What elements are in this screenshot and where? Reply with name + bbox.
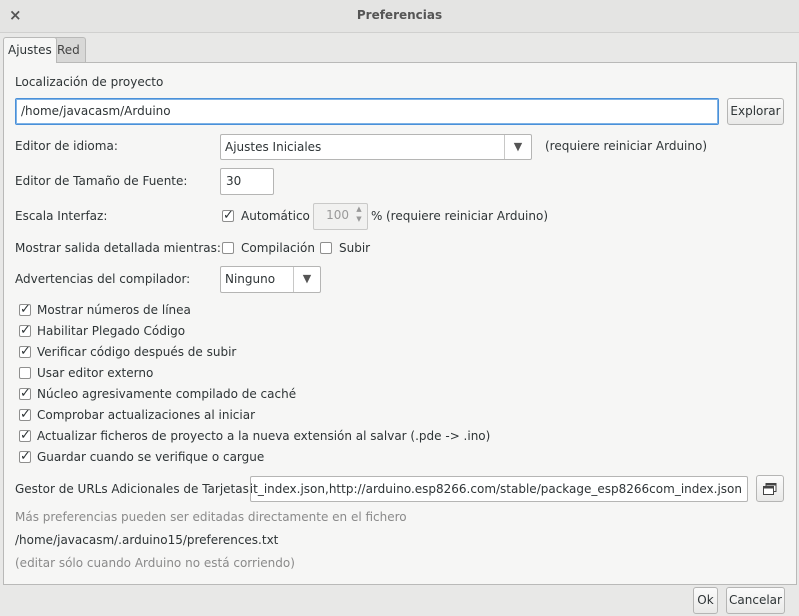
boards-urls-value: adafruit_index.json,http://arduino.esp82… bbox=[250, 482, 742, 496]
language-select-value: Ajustes Iniciales bbox=[225, 140, 322, 154]
option-line-numbers-checkbox[interactable]: ✓ bbox=[19, 303, 31, 316]
verbose-compile-label: Compilación bbox=[241, 241, 315, 255]
boards-urls-label: Gestor de URLs Adicionales de Tarjetas: bbox=[15, 482, 253, 496]
option-external-editor-label: Usar editor externo bbox=[37, 366, 154, 380]
language-select[interactable]: Ajustes Iniciales ▼ bbox=[220, 134, 532, 160]
option-verify-upload-checkbox[interactable]: ✓ bbox=[19, 345, 31, 358]
scale-unit: % bbox=[371, 209, 383, 223]
scale-restart-note: (requiere reiniciar Arduino) bbox=[386, 209, 549, 223]
font-size-label: Editor de Tamaño de Fuente: bbox=[15, 174, 188, 188]
boards-urls-input[interactable]: adafruit_index.json,http://arduino.esp82… bbox=[250, 476, 748, 502]
font-size-input[interactable]: 30 bbox=[220, 168, 274, 195]
boards-urls-edit-button[interactable] bbox=[756, 475, 784, 502]
scale-auto-checkbox[interactable]: ✓ bbox=[222, 209, 234, 222]
scale-auto-label: Automático bbox=[241, 209, 310, 223]
verbose-compile-checkbox[interactable] bbox=[222, 242, 234, 254]
option-code-folding-label: Habilitar Plegado Código bbox=[37, 324, 186, 338]
cancel-button[interactable]: Cancelar bbox=[726, 587, 785, 614]
option-code-folding-checkbox[interactable]: ✓ bbox=[19, 324, 31, 337]
window-title: Preferencias bbox=[356, 8, 443, 22]
option-update-extension-checkbox[interactable]: ✓ bbox=[19, 429, 31, 442]
verbose-upload-checkbox[interactable] bbox=[320, 242, 332, 254]
edit-hint-note: (editar sólo cuando Arduino no está corr… bbox=[15, 556, 295, 570]
option-check-updates-checkbox[interactable]: ✓ bbox=[19, 408, 31, 421]
spinner-arrows-icon: ▲ ▼ bbox=[356, 205, 362, 223]
option-update-extension-label: Actualizar ficheros de proyecto a la nue… bbox=[37, 429, 491, 443]
option-verify-upload-label: Verificar código después de subir bbox=[37, 345, 237, 359]
chevron-down-icon: ▼ bbox=[504, 135, 531, 159]
title-bar: × Preferencias bbox=[0, 0, 799, 33]
option-external-editor-checkbox[interactable] bbox=[19, 367, 31, 379]
window-stack-icon bbox=[763, 483, 777, 495]
tab-red[interactable]: Red bbox=[52, 37, 86, 62]
warnings-label: Advertencias del compilador: bbox=[15, 272, 191, 286]
browse-button[interactable]: Explorar bbox=[727, 98, 784, 125]
option-core-cache-checkbox[interactable]: ✓ bbox=[19, 387, 31, 400]
more-prefs-note: Más preferencias pueden ser editadas dir… bbox=[15, 510, 407, 524]
language-restart-note: (requiere reiniciar Arduino) bbox=[545, 139, 708, 153]
chevron-down-icon: ▼ bbox=[293, 267, 320, 292]
project-path-input[interactable]: /home/javacasm/Arduino bbox=[15, 98, 719, 125]
ok-button[interactable]: Ok bbox=[693, 587, 718, 614]
option-save-on-verify-checkbox[interactable]: ✓ bbox=[19, 450, 31, 463]
language-label: Editor de idioma: bbox=[15, 139, 118, 153]
verbose-upload-label: Subir bbox=[339, 241, 371, 255]
tab-ajustes[interactable]: Ajustes bbox=[3, 37, 57, 63]
scale-spinner: 100 ▲ ▼ bbox=[313, 203, 368, 230]
option-check-updates-label: Comprobar actualizaciones al iniciar bbox=[37, 408, 256, 422]
prefs-file-path: /home/javacasm/.arduino15/preferences.tx… bbox=[15, 533, 279, 547]
warnings-select[interactable]: Ninguno ▼ bbox=[220, 266, 321, 293]
option-line-numbers-label: Mostrar números de línea bbox=[37, 303, 191, 317]
option-save-on-verify-label: Guardar cuando se verifique o cargue bbox=[37, 450, 265, 464]
scale-label: Escala Interfaz: bbox=[15, 209, 108, 223]
warnings-select-value: Ninguno bbox=[225, 272, 276, 286]
verbose-label: Mostrar salida detallada mientras: bbox=[15, 241, 221, 255]
scale-spinner-value: 100 bbox=[326, 208, 349, 222]
project-location-label: Localización de proyecto bbox=[15, 75, 164, 89]
option-core-cache-label: Núcleo agresivamente compilado de caché bbox=[37, 387, 297, 401]
